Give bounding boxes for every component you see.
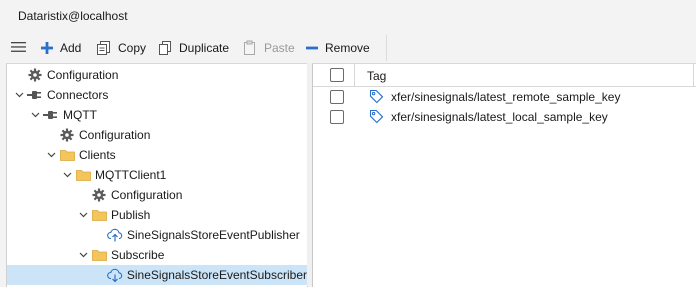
grid-header: Tag: [313, 64, 696, 87]
folder-icon: [75, 167, 91, 183]
table-row[interactable]: xfer/sinesignals/latest_local_sample_key: [313, 107, 696, 127]
plus-icon: [41, 42, 53, 54]
remove-button[interactable]: Remove: [305, 39, 370, 57]
paste-button[interactable]: Paste: [242, 39, 295, 57]
chevron-down-icon[interactable]: [45, 149, 57, 161]
chevron-down-icon[interactable]: [77, 209, 89, 221]
table-row[interactable]: xfer/sinesignals/latest_remote_sample_ke…: [313, 87, 696, 107]
tree-item-label: Configuration: [79, 128, 151, 142]
toolbar-divider: [386, 35, 387, 61]
tag-icon: [369, 109, 384, 127]
column-divider[interactable]: [354, 64, 355, 86]
copy-label: Copy: [118, 41, 147, 55]
gear-icon: [27, 67, 43, 83]
tree-item-mqtt[interactable]: MQTT: [7, 105, 307, 125]
chevron-down-icon[interactable]: [77, 249, 89, 261]
minus-icon: [306, 46, 318, 50]
select-all-checkbox[interactable]: [330, 68, 344, 82]
tree-item-label: Configuration: [47, 68, 119, 82]
duplicate-icon: [159, 41, 171, 55]
tree-item-subscribe[interactable]: Subscribe: [7, 245, 307, 265]
tree-item-label: Clients: [79, 148, 116, 162]
tree-item-label: Connectors: [47, 88, 109, 102]
tree-item-publisher[interactable]: SineSignalsStoreEventPublisher: [7, 225, 307, 245]
gear-icon: [59, 127, 75, 143]
tree-item-publish[interactable]: Publish: [7, 205, 307, 225]
tag-name: xfer/sinesignals/latest_local_sample_key: [391, 110, 608, 124]
title-bar: Dataristix@localhost: [0, 0, 696, 32]
tag-icon: [369, 89, 384, 107]
tree-item-mqttclient1[interactable]: MQTTClient1: [7, 165, 307, 185]
add-label: Add: [60, 41, 82, 55]
tag-grid: Tag xfer/sinesignals/latest_remote_sampl…: [312, 63, 696, 287]
row-checkbox[interactable]: [330, 90, 344, 104]
tree-item-label: SineSignalsStoreEventPublisher: [127, 228, 300, 242]
tree-item-connectors[interactable]: Connectors: [7, 85, 307, 105]
tree-item-label: Configuration: [111, 188, 183, 202]
tree-item-label: Subscribe: [111, 248, 165, 262]
folder-icon: [91, 247, 107, 263]
duplicate-button[interactable]: Duplicate: [157, 39, 229, 57]
remove-label: Remove: [325, 41, 370, 55]
cloud-upload-icon: [107, 227, 123, 243]
chevron-down-icon[interactable]: [13, 89, 25, 101]
row-checkbox[interactable]: [330, 110, 344, 124]
tree-item-clients[interactable]: Clients: [7, 145, 307, 165]
tree-item-mqtt-configuration[interactable]: Configuration: [7, 125, 307, 145]
window-title: Dataristix@localhost: [18, 9, 128, 23]
tree-item-subscriber[interactable]: SineSignalsStoreEventSubscriber: [7, 265, 307, 285]
chevron-down-icon[interactable]: [61, 169, 73, 181]
tag-name: xfer/sinesignals/latest_remote_sample_ke…: [391, 90, 621, 104]
tree-item-label: Publish: [111, 208, 151, 222]
toolbar: Add Copy Duplicate Paste Remove: [0, 32, 696, 63]
tree-item-label: MQTT: [63, 108, 97, 122]
column-divider[interactable]: [693, 64, 694, 86]
tree-item-label: SineSignalsStoreEventSubscriber: [126, 268, 307, 282]
tag-column-header[interactable]: Tag: [367, 69, 386, 83]
copy-button[interactable]: Copy: [96, 39, 146, 57]
tree-panel: Configuration Connectors MQTT Configurat…: [6, 63, 308, 287]
folder-icon: [91, 207, 107, 223]
cloud-download-icon: [107, 267, 123, 283]
hamburger-menu-icon: [11, 41, 33, 56]
tree-item-configuration[interactable]: Configuration: [7, 65, 307, 85]
plug-icon: [43, 107, 59, 123]
plug-icon: [27, 87, 43, 103]
tree-item-label: MQTTClient1: [95, 168, 167, 182]
gear-icon: [91, 187, 107, 203]
duplicate-label: Duplicate: [179, 41, 230, 55]
tree-item-client-configuration[interactable]: Configuration: [7, 185, 307, 205]
paste-icon: [244, 40, 255, 55]
add-button[interactable]: Add: [40, 39, 81, 57]
menu-button[interactable]: [11, 39, 33, 57]
paste-label: Paste: [264, 41, 295, 55]
folder-icon: [59, 147, 75, 163]
chevron-down-icon[interactable]: [29, 109, 41, 121]
copy-icon: [97, 41, 110, 55]
